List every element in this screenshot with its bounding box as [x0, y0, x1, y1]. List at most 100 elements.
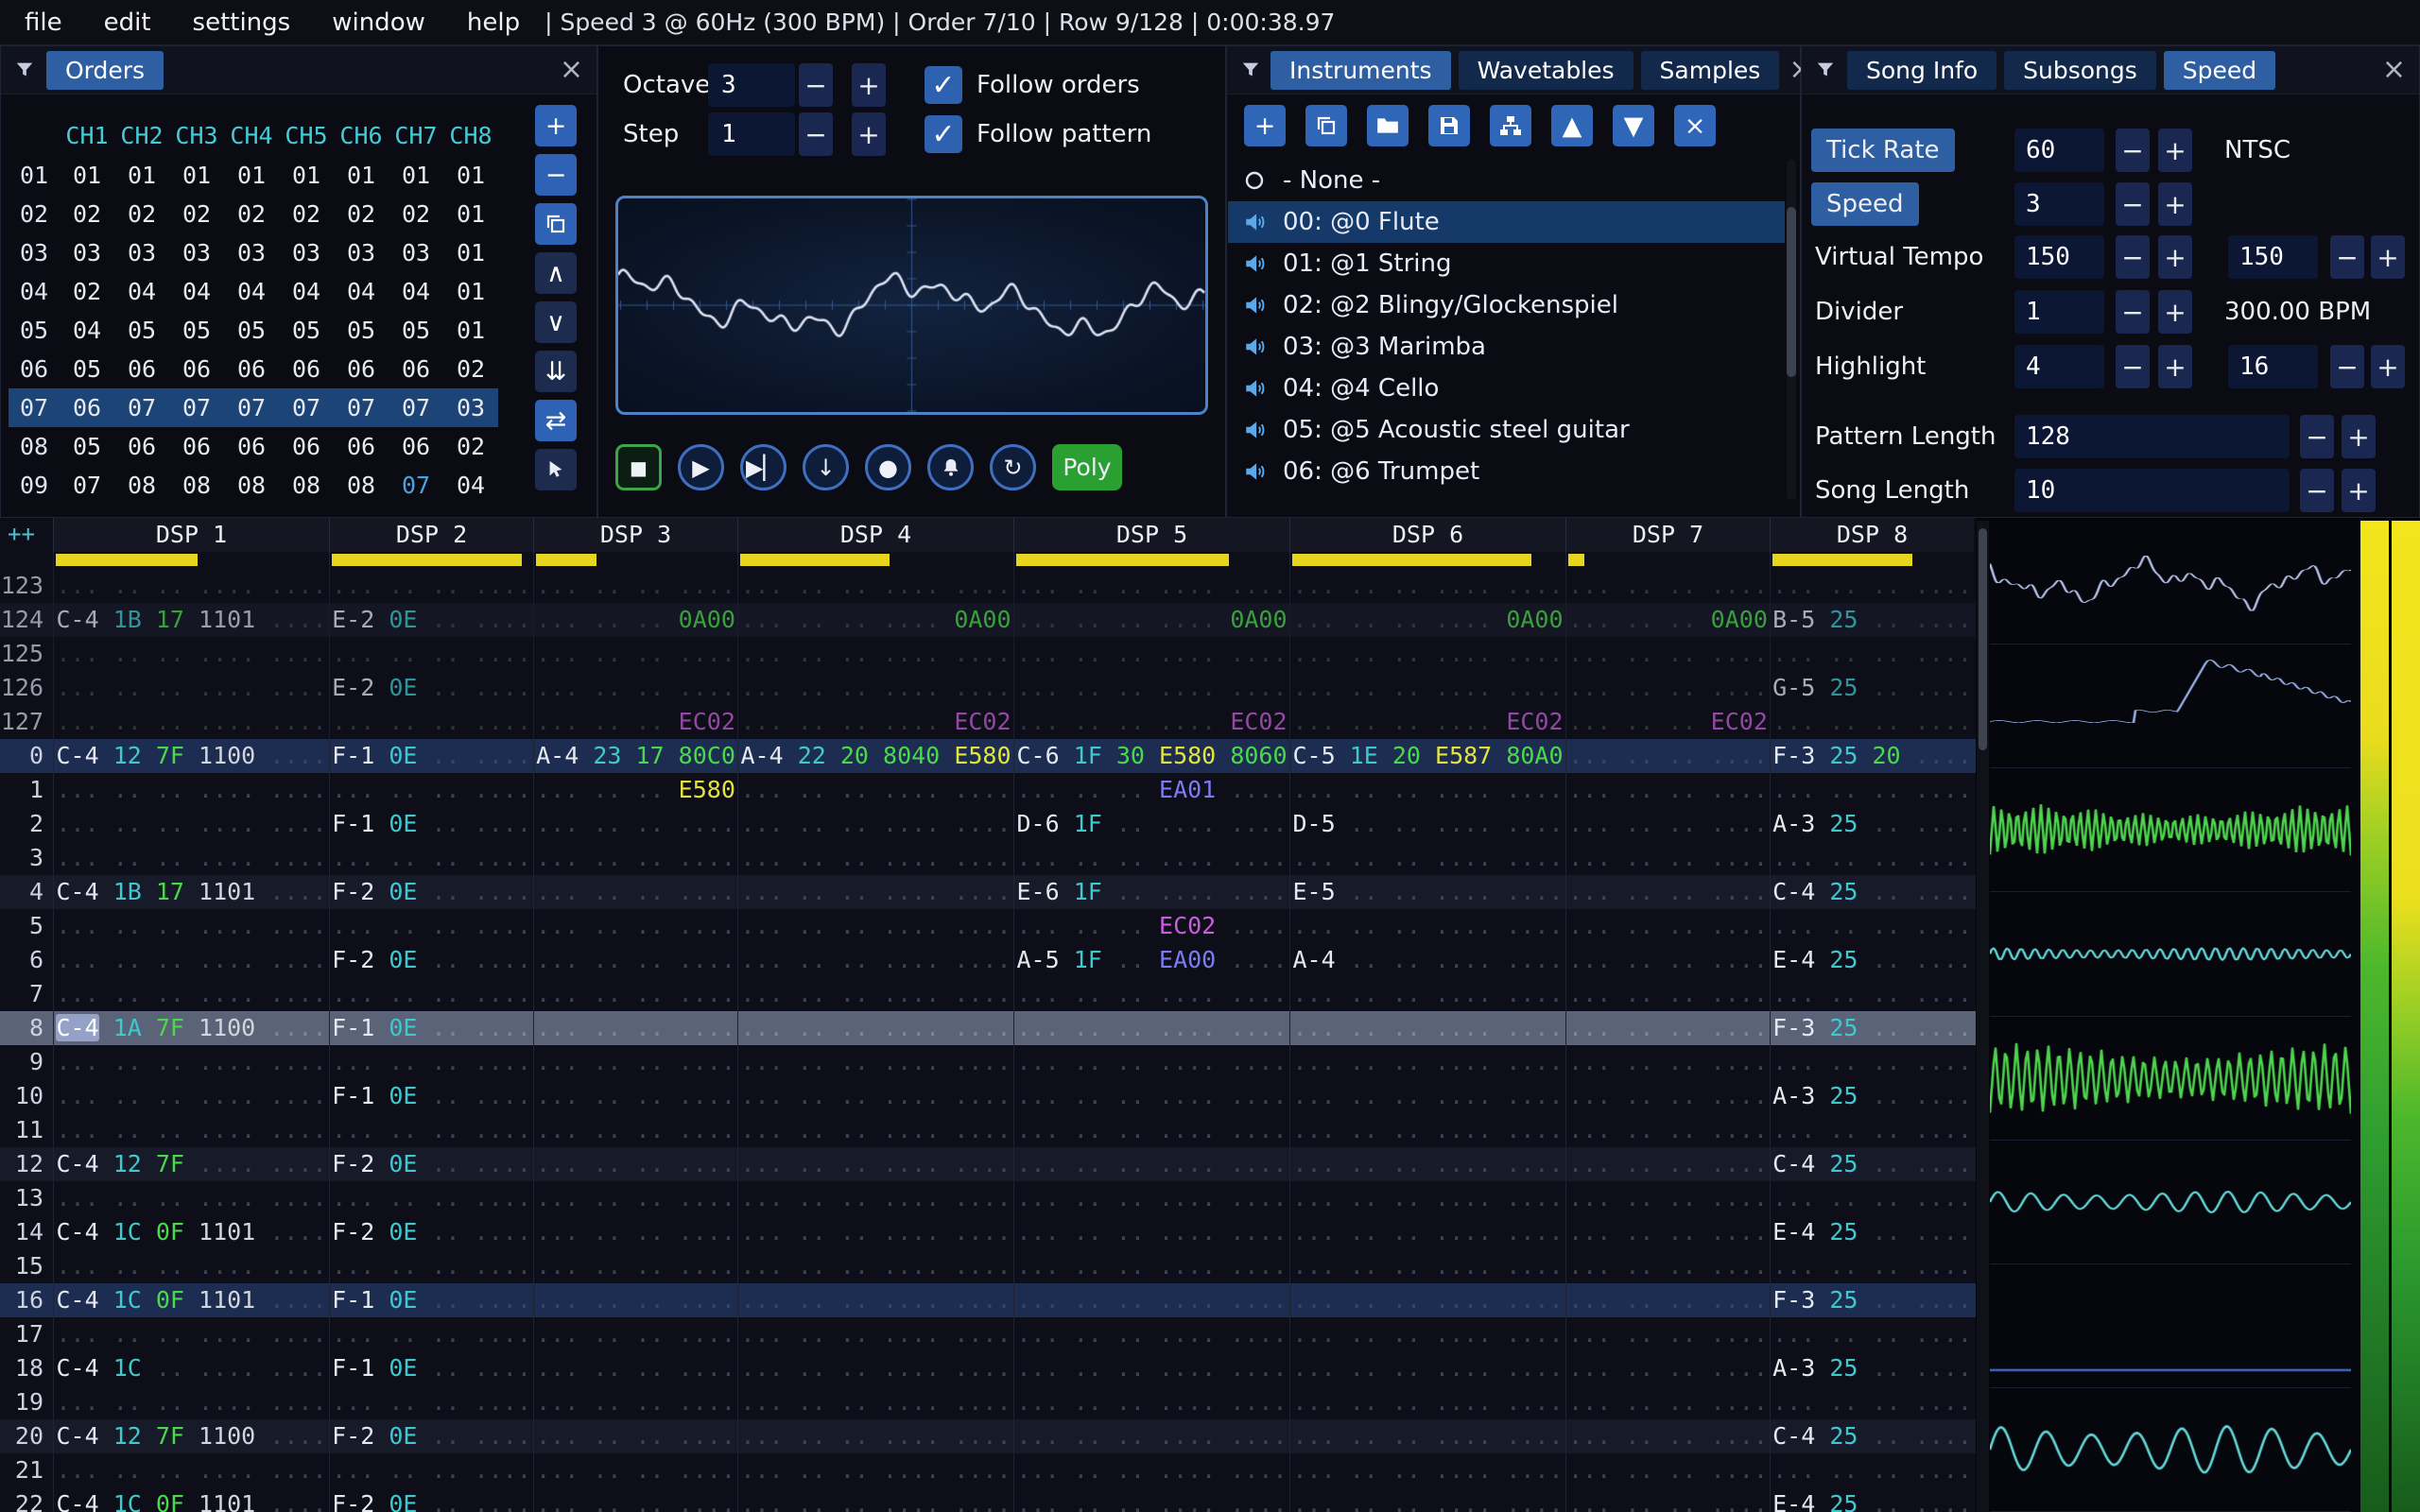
pattern-cell[interactable]: ... .. .. .... [1565, 1113, 1770, 1147]
pattern-cell[interactable]: ... .. .. .... .... [53, 977, 329, 1011]
orders-cell[interactable]: 03 [334, 233, 389, 272]
pattern-cell[interactable]: F-2 0E .. .... [329, 1419, 533, 1453]
pattern-cell[interactable]: ... .. .. .... .... [737, 671, 1013, 705]
orders-cell[interactable]: 04 [60, 311, 114, 350]
orders-cell[interactable]: 05 [224, 311, 279, 350]
pattern-cell[interactable]: ... .. .. .... [1770, 841, 1974, 875]
pattern-cell[interactable]: ... .. .. .... .... [53, 1181, 329, 1215]
orders-cell[interactable]: 06 [114, 350, 169, 388]
orders-cell[interactable]: 02 [443, 350, 498, 388]
highlight-increase-button[interactable]: + [2158, 345, 2192, 388]
pattern-cell[interactable]: ... .. .. .... .... [737, 1045, 1013, 1079]
order-change-mode-button[interactable]: ⇄ [535, 400, 577, 441]
pattern-cell[interactable]: ... .. .. .... .... [1289, 841, 1565, 875]
pattern-cell[interactable]: ... .. .. .... [533, 637, 737, 671]
pattern-cell[interactable]: ... .. .. .... .... [1289, 909, 1565, 943]
pattern-cell[interactable]: ... .. .. .... .... [53, 1079, 329, 1113]
pattern-cell[interactable]: ... .. .. .... [329, 1317, 533, 1351]
pattern-cell[interactable]: ... .. .. .... 0A00 [1289, 603, 1565, 637]
pattern-cell[interactable]: ... .. .. .... [533, 1351, 737, 1385]
pattern-cell[interactable]: ... .. .. .... .... [737, 1351, 1013, 1385]
highlight-input[interactable]: 4 [2014, 345, 2104, 388]
pattern-cell[interactable]: ... .. .. .... .... [1013, 1079, 1289, 1113]
pattern-cell[interactable]: ... .. .. .... [533, 1045, 737, 1079]
pattern-cell[interactable]: ... .. .. .... .... [53, 1249, 329, 1283]
pattern-cell[interactable]: ... .. .. .... .... [1289, 1147, 1565, 1181]
pattern-cell[interactable]: ... .. .. .... [533, 1113, 737, 1147]
pattern-cell[interactable]: ... .. .. .... [1565, 569, 1770, 603]
highlight-increase-button-2[interactable]: + [2371, 345, 2405, 388]
pattern-cell[interactable]: ... .. .. .... [1565, 1487, 1770, 1512]
orders-cell[interactable]: 02 [334, 195, 389, 233]
orders-cell[interactable]: 02 [389, 195, 443, 233]
pattern-cell[interactable]: ... .. .. .... .... [53, 1045, 329, 1079]
pattern-cell[interactable]: ... .. .. .... .... [1013, 1147, 1289, 1181]
channel-header-dsp-1[interactable]: DSP 1 [53, 518, 329, 552]
move-instrument-down-button[interactable]: ▼ [1613, 105, 1654, 146]
pattern-cell[interactable]: ... .. .. .... .... [53, 569, 329, 603]
orders-cell[interactable]: 02 [60, 272, 114, 311]
pattern-cell[interactable]: ... .. .. .... [1565, 1385, 1770, 1419]
pattern-cell[interactable]: ... .. .. .... [1770, 909, 1974, 943]
pattern-cell[interactable]: ... .. .. .... .... [737, 1249, 1013, 1283]
instrument-item[interactable]: 02: @2 Blingy/Glockenspiel [1228, 284, 1785, 326]
pattern-cell[interactable]: ... .. .. .... .... [1013, 1453, 1289, 1487]
add-order-button[interactable]: + [535, 105, 577, 146]
pattern-cell[interactable]: E-2 0E .. .... [329, 671, 533, 705]
open-instrument-button[interactable] [1367, 105, 1409, 146]
save-instrument-button[interactable] [1428, 105, 1470, 146]
orders-cell[interactable]: 06 [334, 427, 389, 466]
pattern-cell[interactable]: ... .. .. .... [533, 1147, 737, 1181]
pattern-cell[interactable]: ... .. .. .... [533, 1181, 737, 1215]
pattern-cell[interactable]: ... .. .. .... .... [737, 841, 1013, 875]
pattern-cell[interactable]: ... .. .. .... [1770, 705, 1974, 739]
orders-cell[interactable]: 06 [169, 350, 224, 388]
pattern-cell[interactable]: ... .. .. .... .... [1289, 1079, 1565, 1113]
pattern-cell[interactable]: ... .. .. .... .... [53, 1113, 329, 1147]
window-menu-icon[interactable] [14, 59, 37, 81]
pattern-cell[interactable]: F-1 0E .. .... [329, 1351, 533, 1385]
pattern-cell[interactable]: C-4 1C 0F 1101 .... [53, 1215, 329, 1249]
pattern-cell[interactable]: C-4 25 .. .... [1770, 1419, 1974, 1453]
pattern-cell[interactable]: ... .. .. .... .... [737, 1453, 1013, 1487]
channel-header-dsp-2[interactable]: DSP 2 [329, 518, 533, 552]
pattern-scrollbar[interactable] [1977, 521, 1989, 1512]
pattern-cell[interactable]: ... .. .. .... [1770, 569, 1974, 603]
channel-header-dsp-4[interactable]: DSP 4 [737, 518, 1013, 552]
pattern-cell[interactable]: ... .. .. .... .... [53, 1317, 329, 1351]
pattern-cell[interactable]: ... .. .. .... .... [737, 1011, 1013, 1045]
orders-cell[interactable]: 05 [114, 311, 169, 350]
pattern-cell[interactable]: ... .. .. .... EC02 [737, 705, 1013, 739]
orders-cell[interactable]: 02 [60, 195, 114, 233]
orders-cell[interactable]: 06 [389, 350, 443, 388]
pattern-cell[interactable]: E-6 1F .. .... .... [1013, 875, 1289, 909]
pattern-cell[interactable]: ... .. .. .... [329, 705, 533, 739]
pattern-cell[interactable]: F-2 0E .. .... [329, 1487, 533, 1512]
orders-cell[interactable]: 02 [443, 427, 498, 466]
pattern-cell[interactable]: F-3 25 20 .... [1770, 739, 1974, 773]
pattern-cell[interactable]: ... .. .. .... [1770, 1249, 1974, 1283]
duplicate-instrument-button[interactable] [1305, 105, 1347, 146]
pattern-cell[interactable]: ... .. .. .... [1770, 1453, 1974, 1487]
pattern-cell[interactable]: ... .. .. .... .... [1013, 1317, 1289, 1351]
pattern-cell[interactable]: ... .. .. .... .... [1289, 1419, 1565, 1453]
pattern-cell[interactable]: ... .. .. .... [1565, 1419, 1770, 1453]
tick-rate-increase-button[interactable]: + [2158, 129, 2192, 172]
pattern-cell[interactable]: C-4 12 7F .... .... [53, 1147, 329, 1181]
pattern-cell[interactable]: ... .. .. .... [1565, 739, 1770, 773]
pattern-cell[interactable]: ... .. .. .... [533, 1385, 737, 1419]
pattern-cell[interactable]: ... .. .. .... [329, 1113, 533, 1147]
pattern-cell[interactable]: A-3 25 .. .... [1770, 1079, 1974, 1113]
pattern-cell[interactable]: ... .. .. .... [533, 1079, 737, 1113]
pattern-cell[interactable]: ... .. .. .... .... [1289, 1317, 1565, 1351]
pattern-cell[interactable]: ... .. .. .... .... [1013, 1045, 1289, 1079]
octave-input[interactable]: 3 [708, 63, 795, 107]
pattern-cell[interactable]: F-2 0E .. .... [329, 1215, 533, 1249]
record-button[interactable]: ● [865, 444, 911, 490]
orders-cell[interactable]: 06 [334, 350, 389, 388]
orders-cell[interactable]: 01 [114, 156, 169, 195]
orders-cell[interactable]: 08 [169, 466, 224, 505]
pattern-cell[interactable]: ... .. .. .... [533, 807, 737, 841]
pattern-cell[interactable]: ... .. .. .... [329, 841, 533, 875]
orders-cell[interactable]: 02 [169, 195, 224, 233]
